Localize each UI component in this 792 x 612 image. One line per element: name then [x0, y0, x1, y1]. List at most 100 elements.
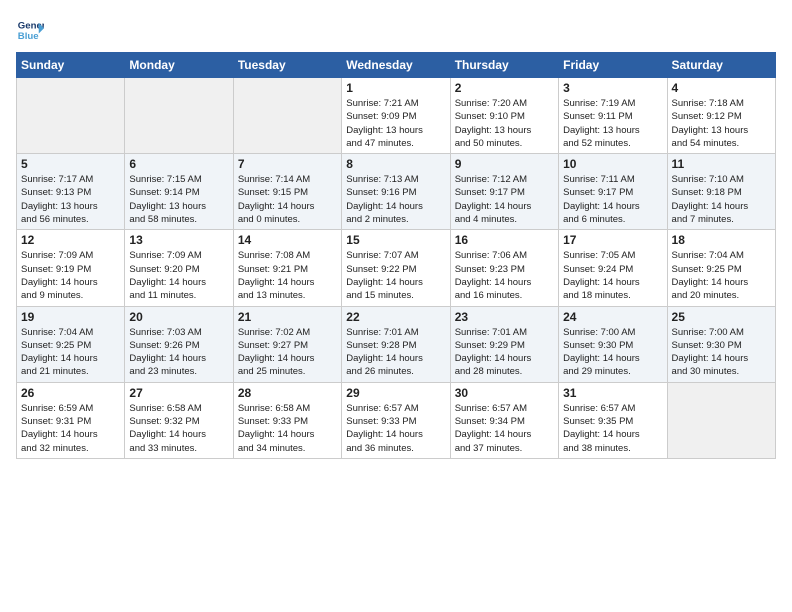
day-info: Sunrise: 7:14 AM Sunset: 9:15 PM Dayligh…	[238, 173, 337, 226]
weekday-header-monday: Monday	[125, 53, 233, 78]
day-number: 15	[346, 233, 445, 247]
day-number: 3	[563, 81, 662, 95]
calendar-cell: 31 Sunrise: 6:57 AM Sunset: 9:35 PM Dayli…	[559, 382, 667, 458]
day-info: Sunrise: 6:57 AM Sunset: 9:35 PM Dayligh…	[563, 402, 662, 455]
calendar-cell	[233, 78, 341, 154]
day-info: Sunrise: 7:00 AM Sunset: 9:30 PM Dayligh…	[672, 326, 771, 379]
day-number: 5	[21, 157, 120, 171]
calendar-cell: 1 Sunrise: 7:21 AM Sunset: 9:09 PM Daylig…	[342, 78, 450, 154]
calendar-week-2: 5 Sunrise: 7:17 AM Sunset: 9:13 PM Daylig…	[17, 154, 776, 230]
day-info: Sunrise: 7:13 AM Sunset: 9:16 PM Dayligh…	[346, 173, 445, 226]
day-info: Sunrise: 7:04 AM Sunset: 9:25 PM Dayligh…	[21, 326, 120, 379]
calendar-cell	[667, 382, 775, 458]
calendar-cell: 29 Sunrise: 6:57 AM Sunset: 9:33 PM Dayli…	[342, 382, 450, 458]
calendar-table: SundayMondayTuesdayWednesdayThursdayFrid…	[16, 52, 776, 459]
weekday-header-sunday: Sunday	[17, 53, 125, 78]
calendar-cell: 6 Sunrise: 7:15 AM Sunset: 9:14 PM Daylig…	[125, 154, 233, 230]
day-number: 12	[21, 233, 120, 247]
calendar-cell: 12 Sunrise: 7:09 AM Sunset: 9:19 PM Dayli…	[17, 230, 125, 306]
day-info: Sunrise: 7:02 AM Sunset: 9:27 PM Dayligh…	[238, 326, 337, 379]
calendar-cell: 21 Sunrise: 7:02 AM Sunset: 9:27 PM Dayli…	[233, 306, 341, 382]
day-number: 10	[563, 157, 662, 171]
day-info: Sunrise: 7:12 AM Sunset: 9:17 PM Dayligh…	[455, 173, 554, 226]
day-info: Sunrise: 7:05 AM Sunset: 9:24 PM Dayligh…	[563, 249, 662, 302]
day-number: 14	[238, 233, 337, 247]
day-info: Sunrise: 7:06 AM Sunset: 9:23 PM Dayligh…	[455, 249, 554, 302]
day-info: Sunrise: 6:57 AM Sunset: 9:34 PM Dayligh…	[455, 402, 554, 455]
calendar-cell: 22 Sunrise: 7:01 AM Sunset: 9:28 PM Dayli…	[342, 306, 450, 382]
day-info: Sunrise: 7:20 AM Sunset: 9:10 PM Dayligh…	[455, 97, 554, 150]
calendar-cell: 17 Sunrise: 7:05 AM Sunset: 9:24 PM Dayli…	[559, 230, 667, 306]
day-number: 2	[455, 81, 554, 95]
day-info: Sunrise: 7:11 AM Sunset: 9:17 PM Dayligh…	[563, 173, 662, 226]
day-info: Sunrise: 7:17 AM Sunset: 9:13 PM Dayligh…	[21, 173, 120, 226]
calendar-cell: 3Sunrise: 7:19 AM Sunset: 9:11 PM Daylig…	[559, 78, 667, 154]
day-info: Sunrise: 7:10 AM Sunset: 9:18 PM Dayligh…	[672, 173, 771, 226]
day-number: 11	[672, 157, 771, 171]
calendar-cell: 8Sunrise: 7:13 AM Sunset: 9:16 PM Daylig…	[342, 154, 450, 230]
day-number: 21	[238, 310, 337, 324]
calendar-cell: 9 Sunrise: 7:12 AM Sunset: 9:17 PM Daylig…	[450, 154, 558, 230]
calendar-cell: 18Sunrise: 7:04 AM Sunset: 9:25 PM Dayli…	[667, 230, 775, 306]
day-number: 9	[455, 157, 554, 171]
day-info: Sunrise: 7:09 AM Sunset: 9:19 PM Dayligh…	[21, 249, 120, 302]
calendar-cell: 5 Sunrise: 7:17 AM Sunset: 9:13 PM Daylig…	[17, 154, 125, 230]
calendar-header-row: SundayMondayTuesdayWednesdayThursdayFrid…	[17, 53, 776, 78]
day-info: Sunrise: 7:04 AM Sunset: 9:25 PM Dayligh…	[672, 249, 771, 302]
calendar-cell: 27Sunrise: 6:58 AM Sunset: 9:32 PM Dayli…	[125, 382, 233, 458]
calendar-cell: 4 Sunrise: 7:18 AM Sunset: 9:12 PM Daylig…	[667, 78, 775, 154]
day-info: Sunrise: 7:09 AM Sunset: 9:20 PM Dayligh…	[129, 249, 228, 302]
calendar-cell: 16 Sunrise: 7:06 AM Sunset: 9:23 PM Dayli…	[450, 230, 558, 306]
calendar-cell: 30 Sunrise: 6:57 AM Sunset: 9:34 PM Dayli…	[450, 382, 558, 458]
day-info: Sunrise: 6:59 AM Sunset: 9:31 PM Dayligh…	[21, 402, 120, 455]
day-number: 13	[129, 233, 228, 247]
weekday-header-saturday: Saturday	[667, 53, 775, 78]
day-number: 4	[672, 81, 771, 95]
calendar-week-1: 1 Sunrise: 7:21 AM Sunset: 9:09 PM Daylig…	[17, 78, 776, 154]
day-info: Sunrise: 7:15 AM Sunset: 9:14 PM Dayligh…	[129, 173, 228, 226]
day-number: 6	[129, 157, 228, 171]
calendar-cell: 24Sunrise: 7:00 AM Sunset: 9:30 PM Dayli…	[559, 306, 667, 382]
calendar-cell	[125, 78, 233, 154]
day-info: Sunrise: 6:57 AM Sunset: 9:33 PM Dayligh…	[346, 402, 445, 455]
day-info: Sunrise: 6:58 AM Sunset: 9:33 PM Dayligh…	[238, 402, 337, 455]
calendar-week-4: 19 Sunrise: 7:04 AM Sunset: 9:25 PM Dayli…	[17, 306, 776, 382]
day-number: 16	[455, 233, 554, 247]
weekday-header-thursday: Thursday	[450, 53, 558, 78]
day-number: 29	[346, 386, 445, 400]
calendar-cell: 28 Sunrise: 6:58 AM Sunset: 9:33 PM Dayli…	[233, 382, 341, 458]
day-number: 25	[672, 310, 771, 324]
calendar-cell: 11 Sunrise: 7:10 AM Sunset: 9:18 PM Dayli…	[667, 154, 775, 230]
calendar-cell: 25 Sunrise: 7:00 AM Sunset: 9:30 PM Dayli…	[667, 306, 775, 382]
day-info: Sunrise: 7:18 AM Sunset: 9:12 PM Dayligh…	[672, 97, 771, 150]
day-info: Sunrise: 7:01 AM Sunset: 9:28 PM Dayligh…	[346, 326, 445, 379]
calendar-cell: 26 Sunrise: 6:59 AM Sunset: 9:31 PM Dayli…	[17, 382, 125, 458]
calendar-cell: 14 Sunrise: 7:08 AM Sunset: 9:21 PM Dayli…	[233, 230, 341, 306]
day-info: Sunrise: 7:00 AM Sunset: 9:30 PM Dayligh…	[563, 326, 662, 379]
day-number: 19	[21, 310, 120, 324]
calendar-cell: 15 Sunrise: 7:07 AM Sunset: 9:22 PM Dayli…	[342, 230, 450, 306]
calendar-cell: 2 Sunrise: 7:20 AM Sunset: 9:10 PM Daylig…	[450, 78, 558, 154]
day-number: 26	[21, 386, 120, 400]
calendar-cell: 23Sunrise: 7:01 AM Sunset: 9:29 PM Dayli…	[450, 306, 558, 382]
calendar-cell: 13 Sunrise: 7:09 AM Sunset: 9:20 PM Dayli…	[125, 230, 233, 306]
day-info: Sunrise: 7:07 AM Sunset: 9:22 PM Dayligh…	[346, 249, 445, 302]
logo-icon: General Blue	[16, 16, 44, 44]
day-number: 7	[238, 157, 337, 171]
calendar-week-3: 12 Sunrise: 7:09 AM Sunset: 9:19 PM Dayli…	[17, 230, 776, 306]
day-info: Sunrise: 7:03 AM Sunset: 9:26 PM Dayligh…	[129, 326, 228, 379]
day-info: Sunrise: 7:21 AM Sunset: 9:09 PM Dayligh…	[346, 97, 445, 150]
day-number: 22	[346, 310, 445, 324]
day-number: 17	[563, 233, 662, 247]
calendar-cell	[17, 78, 125, 154]
day-number: 20	[129, 310, 228, 324]
calendar-cell: 10 Sunrise: 7:11 AM Sunset: 9:17 PM Dayli…	[559, 154, 667, 230]
svg-text:Blue: Blue	[18, 31, 39, 42]
day-number: 31	[563, 386, 662, 400]
day-number: 1	[346, 81, 445, 95]
day-number: 30	[455, 386, 554, 400]
day-number: 28	[238, 386, 337, 400]
day-info: Sunrise: 6:58 AM Sunset: 9:32 PM Dayligh…	[129, 402, 228, 455]
day-info: Sunrise: 7:08 AM Sunset: 9:21 PM Dayligh…	[238, 249, 337, 302]
weekday-header-tuesday: Tuesday	[233, 53, 341, 78]
